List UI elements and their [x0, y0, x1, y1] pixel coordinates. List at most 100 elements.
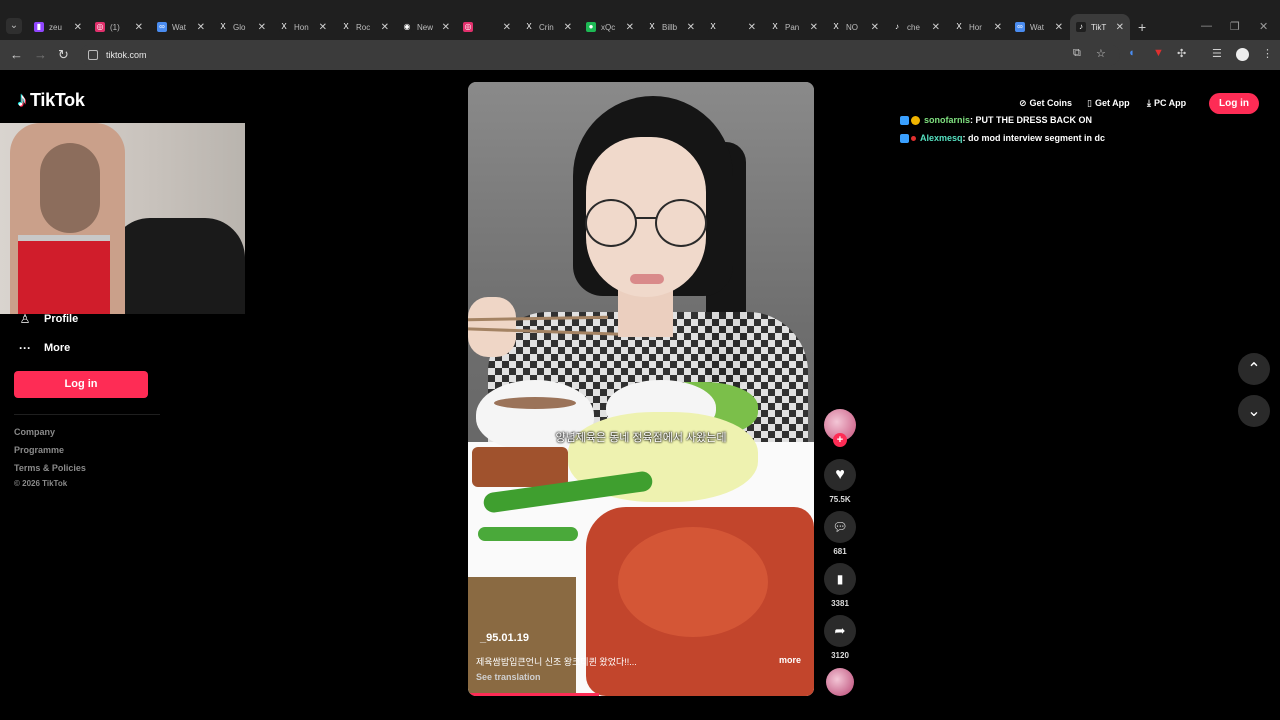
chat-text: : PUT THE DRESS BACK ON: [970, 115, 1093, 125]
share-button[interactable]: ➦: [824, 615, 856, 647]
close-tab-icon[interactable]: ✕: [319, 22, 327, 33]
close-tab-icon[interactable]: ✕: [442, 22, 450, 33]
minimize-button[interactable]: —: [1201, 20, 1212, 32]
browser-tab[interactable]: ◎ (1) ✕: [89, 14, 149, 40]
forward-icon[interactable]: →: [34, 47, 47, 62]
footer-link-company[interactable]: Company: [14, 427, 55, 437]
video-progress-bar[interactable]: [468, 693, 600, 696]
close-tab-icon[interactable]: ✕: [258, 22, 266, 33]
tiktok-logo[interactable]: ♪ TikTok: [17, 89, 85, 112]
see-translation-button[interactable]: See translation: [476, 672, 541, 682]
previous-video-button[interactable]: ⌃: [1238, 353, 1270, 385]
chat-message: sonofarnis : PUT THE DRESS BACK ON: [900, 115, 1092, 125]
more-icon: ···: [19, 341, 31, 355]
bookmark-star-icon[interactable]: ☆: [1096, 47, 1106, 60]
tiktok-note-icon: ♪: [17, 89, 27, 111]
sidebar-item-profile[interactable]: ♙ Profile: [17, 312, 79, 326]
site-info-icon[interactable]: [88, 50, 98, 60]
back-icon[interactable]: ←: [10, 47, 23, 62]
comment-button[interactable]: 💬︎: [824, 511, 856, 543]
sidebar-item-more[interactable]: ··· More: [17, 341, 70, 355]
close-tab-icon[interactable]: ✕: [381, 22, 389, 33]
close-tab-icon[interactable]: ✕: [810, 22, 818, 33]
install-app-icon[interactable]: ⧉: [1073, 47, 1081, 60]
tab-label: (1): [110, 22, 120, 32]
close-tab-icon[interactable]: ✕: [197, 22, 205, 33]
extension-icon[interactable]: ◖: [1128, 47, 1135, 59]
footer-link-terms[interactable]: Terms & Policies: [14, 463, 86, 473]
x-icon: X: [708, 22, 718, 32]
close-tab-icon[interactable]: ✕: [871, 22, 879, 33]
tab-label: New: [417, 22, 434, 32]
share-arrow-icon: ➦: [834, 623, 846, 638]
music-disc[interactable]: [826, 668, 854, 696]
get-coins-button[interactable]: ⊘ Get Coins: [1019, 96, 1072, 110]
close-tab-icon[interactable]: ✕: [748, 22, 756, 33]
close-tab-icon[interactable]: ✕: [564, 22, 572, 33]
restore-button[interactable]: ❐: [1230, 20, 1240, 33]
follow-plus-icon[interactable]: +: [833, 433, 847, 447]
like-button[interactable]: ♥: [824, 459, 856, 491]
address-url[interactable]: tiktok.com: [106, 50, 147, 60]
close-tab-icon[interactable]: ✕: [687, 22, 695, 33]
video-author[interactable]: _95.01.19: [480, 632, 529, 644]
browser-tab[interactable]: X Glo ✕: [212, 14, 272, 40]
browser-tab[interactable]: ∞ Wat ✕: [1009, 14, 1069, 40]
browser-tab[interactable]: X Crin ✕: [518, 14, 578, 40]
close-tab-icon[interactable]: ✕: [135, 22, 143, 33]
close-tab-icon[interactable]: ✕: [932, 22, 940, 33]
browser-tab[interactable]: X ✕: [702, 14, 762, 40]
browser-tab[interactable]: X Hor ✕: [948, 14, 1008, 40]
close-tab-icon[interactable]: ✕: [994, 22, 1002, 33]
browser-tab[interactable]: X Billb ✕: [641, 14, 701, 40]
tab-label: che: [907, 22, 920, 32]
browser-tab[interactable]: ◎ ✕: [457, 14, 517, 40]
x-icon: X: [218, 22, 228, 32]
tiktok-icon: ♪: [1076, 22, 1086, 32]
extensions-puzzle-icon[interactable]: ✣: [1177, 47, 1186, 60]
browser-tab[interactable]: X Hon ✕: [273, 14, 333, 40]
close-tab-icon[interactable]: ✕: [1055, 22, 1063, 33]
browser-tab[interactable]: X Roc ✕: [335, 14, 395, 40]
tab-search-button[interactable]: ⌄: [6, 18, 22, 34]
profile-avatar-icon[interactable]: [1236, 48, 1249, 61]
get-app-button[interactable]: ▯ Get App: [1087, 96, 1130, 110]
tab-label: Wat: [1030, 22, 1044, 32]
x-icon: X: [831, 22, 841, 32]
reload-icon[interactable]: ↻: [58, 47, 69, 63]
close-tab-icon[interactable]: ✕: [626, 22, 634, 33]
pc-app-button[interactable]: ⤓ PC App: [1147, 96, 1186, 110]
like-count: 75.5K: [829, 495, 851, 504]
browser-tab[interactable]: X NO ✕: [825, 14, 885, 40]
new-tab-button[interactable]: +: [1138, 19, 1146, 35]
extension-icon[interactable]: ▼: [1153, 47, 1164, 59]
browser-menu-icon[interactable]: ⋮: [1262, 47, 1273, 60]
header-login-button[interactable]: Log in: [1209, 93, 1259, 114]
description-more-button[interactable]: more: [779, 655, 801, 665]
footer-link-programme[interactable]: Programme: [14, 445, 64, 455]
address-bar[interactable]: tiktok.com: [80, 44, 1120, 66]
close-tab-icon[interactable]: ✕: [503, 22, 511, 33]
close-tab-icon[interactable]: ✕: [74, 22, 82, 33]
browser-tab[interactable]: ◉ New ✕: [396, 14, 456, 40]
save-button[interactable]: ▮: [824, 563, 856, 595]
video-player[interactable]: 양념제육은 동네 정육점에서 사왔는데 _95.01.19 제육쌈밥입큰언니 신…: [468, 82, 814, 696]
webcam-overlay: [0, 123, 245, 314]
browser-tab[interactable]: ∞ Wat ✕: [151, 14, 211, 40]
next-video-button[interactable]: ⌄: [1238, 395, 1270, 427]
browser-tab[interactable]: X Pan ✕: [764, 14, 824, 40]
instagram-icon: ◎: [95, 22, 105, 32]
browser-tab[interactable]: ♪ che ✕: [886, 14, 946, 40]
browser-tab[interactable]: ▮ zeu ✕: [28, 14, 88, 40]
browser-tab[interactable]: ♪ TikT ✕: [1070, 14, 1130, 40]
browser-tab[interactable]: ● xQc ✕: [580, 14, 640, 40]
reading-list-icon[interactable]: ☰: [1212, 47, 1222, 60]
phone-icon: ▯: [1087, 97, 1092, 108]
tab-label: Hon: [294, 22, 309, 32]
x-icon: X: [279, 22, 289, 32]
close-window-button[interactable]: ✕: [1259, 20, 1268, 33]
x-icon: X: [524, 22, 534, 32]
sidebar-login-button[interactable]: Log in: [14, 371, 148, 398]
close-tab-icon[interactable]: ✕: [1116, 22, 1124, 33]
x-icon: X: [647, 22, 657, 32]
